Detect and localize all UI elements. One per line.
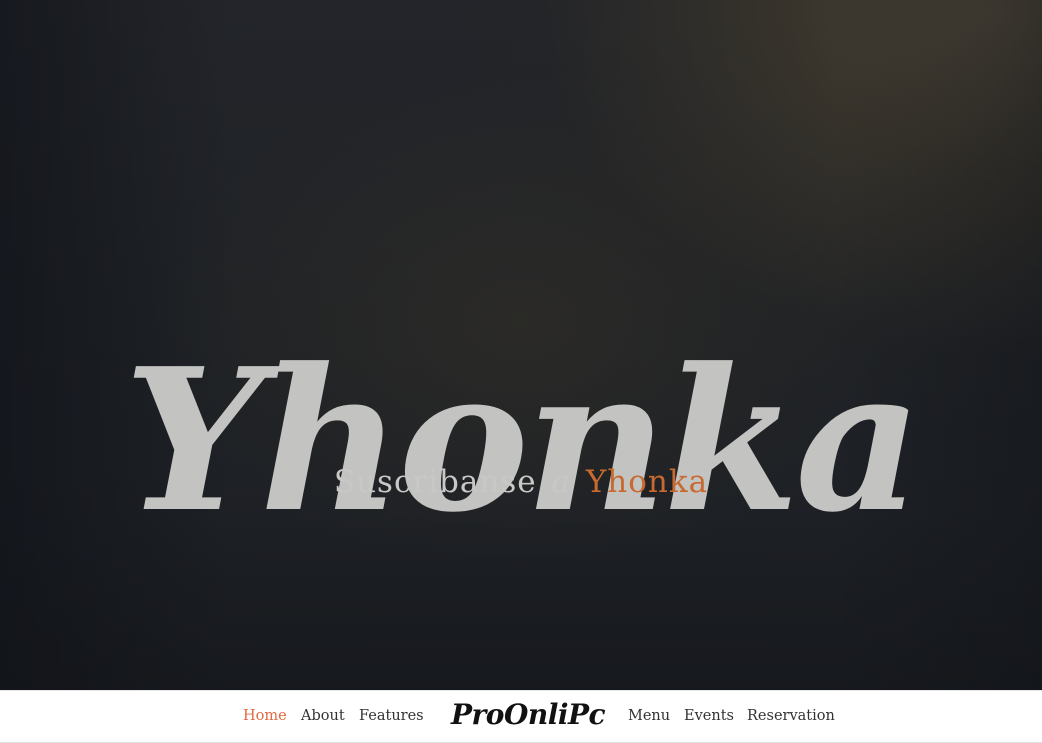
nav-link-reservation[interactable]: Reservation (747, 708, 835, 724)
tagline-prefix: Suscribanse (333, 464, 537, 500)
tagline-highlight: Yhonka (585, 464, 709, 500)
nav-link-menu[interactable]: Menu (628, 708, 670, 724)
nav-link-features[interactable]: Features (359, 708, 424, 724)
hero-title: Yhonka (123, 326, 922, 557)
main-navbar: Home About Features ProOnliPc Menu Event… (0, 690, 1042, 743)
nav-link-about[interactable]: About (301, 708, 345, 724)
nav-link-events[interactable]: Events (684, 708, 734, 724)
hero-tagline: Suscribanse a Yhonka (0, 464, 1042, 500)
tagline-conjunction: a (551, 464, 571, 500)
nav-link-home[interactable]: Home (243, 708, 287, 724)
hero-section: Yhonka Suscribanse a Yhonka (0, 0, 1042, 690)
site-logo[interactable]: ProOnliPc (451, 698, 606, 731)
